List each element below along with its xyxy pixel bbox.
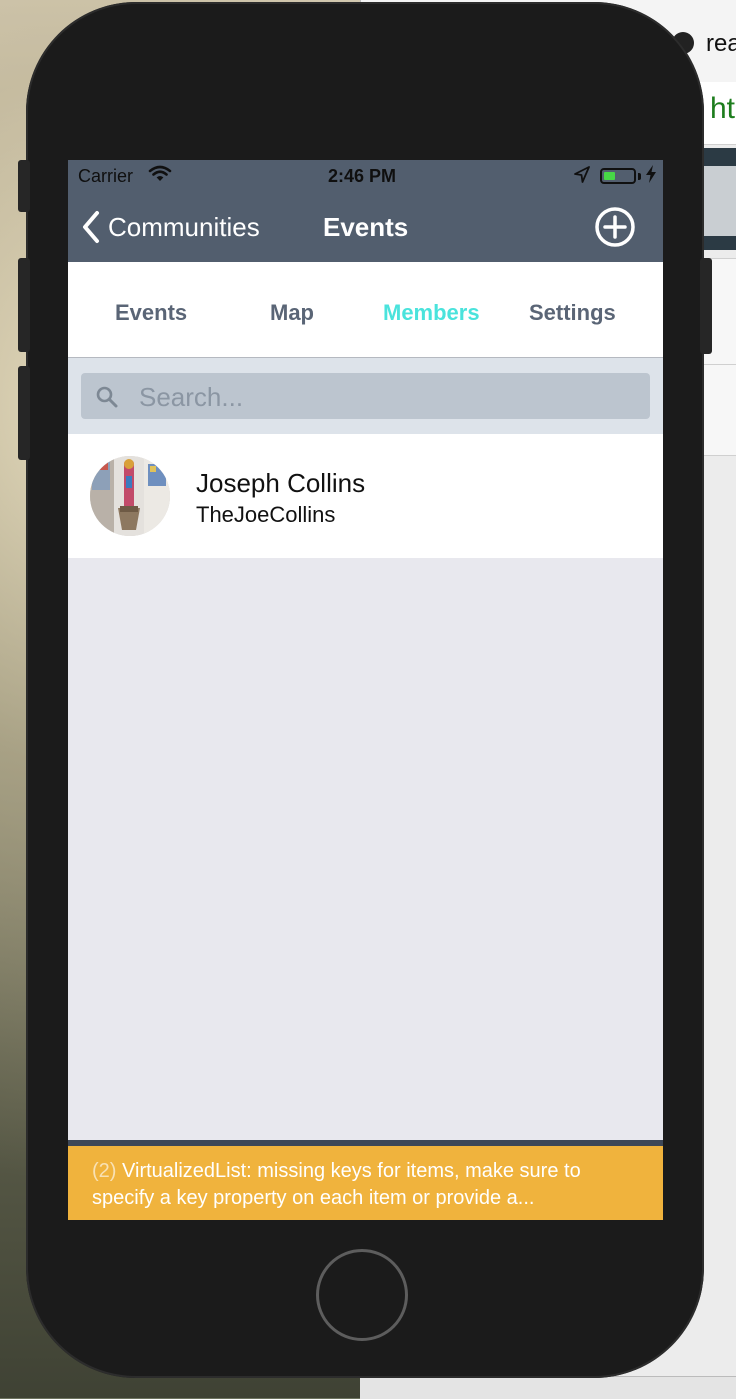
battery-icon (600, 168, 636, 184)
tab-members[interactable]: Members (383, 300, 480, 326)
browser-footer (360, 1376, 736, 1399)
volume-down-button (18, 366, 30, 460)
tab-events[interactable]: Events (115, 300, 187, 326)
add-event-button[interactable] (594, 206, 636, 248)
search-icon (95, 385, 119, 414)
browser-url-text[interactable]: ht (710, 92, 735, 126)
tab-bar: Events Map Members Settings (68, 262, 663, 358)
carrier-label: Carrier (78, 166, 134, 186)
navigation-bar: Communities Events (68, 192, 663, 262)
page-title: Events (323, 212, 409, 242)
warning-text: (2) VirtualizedList: missing keys for it… (92, 1158, 647, 1212)
search-box[interactable] (81, 373, 650, 421)
avatar (90, 456, 170, 536)
member-username: TheJoeCollins (196, 502, 336, 527)
back-button[interactable]: Communities (80, 210, 260, 244)
member-name: Joseph Collins (196, 468, 366, 498)
search-input[interactable] (137, 373, 641, 421)
home-button[interactable] (316, 1249, 408, 1341)
charging-bolt-icon (646, 165, 656, 188)
status-time: 2:46 PM (328, 166, 397, 186)
plus-circle-icon (595, 207, 635, 247)
battery-tip (638, 173, 641, 180)
warning-count: (2) (92, 1160, 117, 1182)
tab-map[interactable]: Map (270, 300, 314, 326)
power-button (700, 258, 712, 354)
mute-switch (18, 160, 30, 212)
volume-up-button (18, 258, 30, 352)
status-bar: Carrier 2:46 PM (68, 160, 663, 192)
chevron-left-icon (83, 211, 99, 243)
tab-settings[interactable]: Settings (529, 300, 616, 326)
battery-fill (604, 172, 615, 180)
wifi-icon (148, 165, 172, 188)
yellowbox-warning[interactable]: (2) VirtualizedList: missing keys for it… (68, 1146, 663, 1220)
location-arrow-icon (574, 166, 590, 189)
warning-message: VirtualizedList: missing keys for items,… (92, 1160, 581, 1209)
list-item[interactable]: Joseph Collins TheJoeCollins (68, 434, 663, 558)
browser-tab-label[interactable]: rea (706, 30, 736, 58)
search-area (68, 358, 663, 434)
back-button-label: Communities (108, 211, 260, 242)
app-screen: Carrier 2:46 PM Communities Events Event… (68, 160, 663, 1220)
